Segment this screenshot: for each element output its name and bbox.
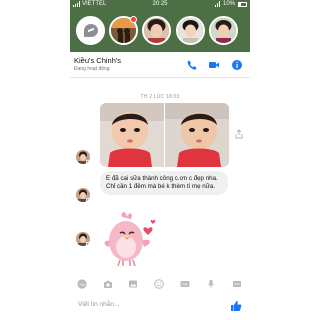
- wifi-signal-icon: [214, 1, 220, 7]
- contact-4-avatar: [211, 18, 236, 43]
- message-composer[interactable]: Viết tin nhắn...: [70, 296, 250, 318]
- like-icon[interactable]: [230, 300, 242, 312]
- sender-avatar[interactable]: [76, 188, 90, 202]
- chat-heads-bar: VIETTEL 20:25 10%: [70, 0, 250, 52]
- gif-icon[interactable]: GIF: [180, 279, 190, 289]
- messenger-screen: VIETTEL 20:25 10% Kiều's Chinh's Đang ho…: [70, 0, 250, 320]
- camera-icon[interactable]: [103, 279, 113, 289]
- chat-head-contact-4[interactable]: [209, 16, 238, 45]
- video-icon[interactable]: [208, 59, 220, 71]
- message-bubble[interactable]: E đã cai sữa thành công c.ơn c đẹp nha. …: [100, 171, 228, 195]
- phone-icon[interactable]: [186, 59, 198, 71]
- mic-icon[interactable]: [206, 279, 216, 289]
- battery-percent: 10%: [222, 1, 235, 7]
- svg-text:Aa: Aa: [79, 282, 85, 287]
- active-status-dot: [86, 160, 90, 164]
- battery-icon: [238, 1, 247, 7]
- svg-text:GIF: GIF: [182, 283, 189, 287]
- message-input[interactable]: Viết tin nhắn...: [78, 301, 119, 308]
- messenger-icon[interactable]: [76, 16, 105, 45]
- share-icon[interactable]: [234, 129, 244, 139]
- sender-avatar[interactable]: [76, 150, 90, 164]
- chat-head-contact-2[interactable]: [142, 16, 171, 45]
- status-bar: VIETTEL 20:25 10%: [70, 0, 250, 10]
- contact-2-avatar: [144, 18, 169, 43]
- photo-attachment-2[interactable]: [165, 103, 229, 167]
- emoji-icon[interactable]: [154, 279, 164, 289]
- chat-header: Kiều's Chinh's Đang hoạt động: [70, 52, 250, 78]
- child-photo-1: [100, 103, 164, 167]
- active-status-dot: [86, 198, 90, 202]
- sender-avatar[interactable]: [76, 232, 90, 246]
- chat-head-contact-3[interactable]: [176, 16, 205, 45]
- bird-sticker[interactable]: [100, 211, 158, 267]
- info-icon[interactable]: [231, 59, 243, 71]
- unread-badge: [130, 16, 137, 23]
- status-right: 10%: [214, 1, 247, 7]
- photo-attachment-1[interactable]: [100, 103, 164, 167]
- composer-toolbar: Aa GIF: [70, 276, 250, 292]
- contact-name[interactable]: Kiều's Chinh's: [74, 56, 121, 65]
- image-icon[interactable]: [128, 279, 138, 289]
- message-timestamp: TH 2 LÚC 18:03: [140, 94, 180, 100]
- aa-icon[interactable]: Aa: [77, 279, 87, 289]
- contact-status: Đang hoạt động: [74, 66, 110, 72]
- child-photo-2: [165, 103, 229, 167]
- active-status-dot: [86, 242, 90, 246]
- more-icon[interactable]: [232, 279, 242, 289]
- chat-heads: [70, 12, 250, 50]
- contact-3-avatar: [178, 18, 203, 43]
